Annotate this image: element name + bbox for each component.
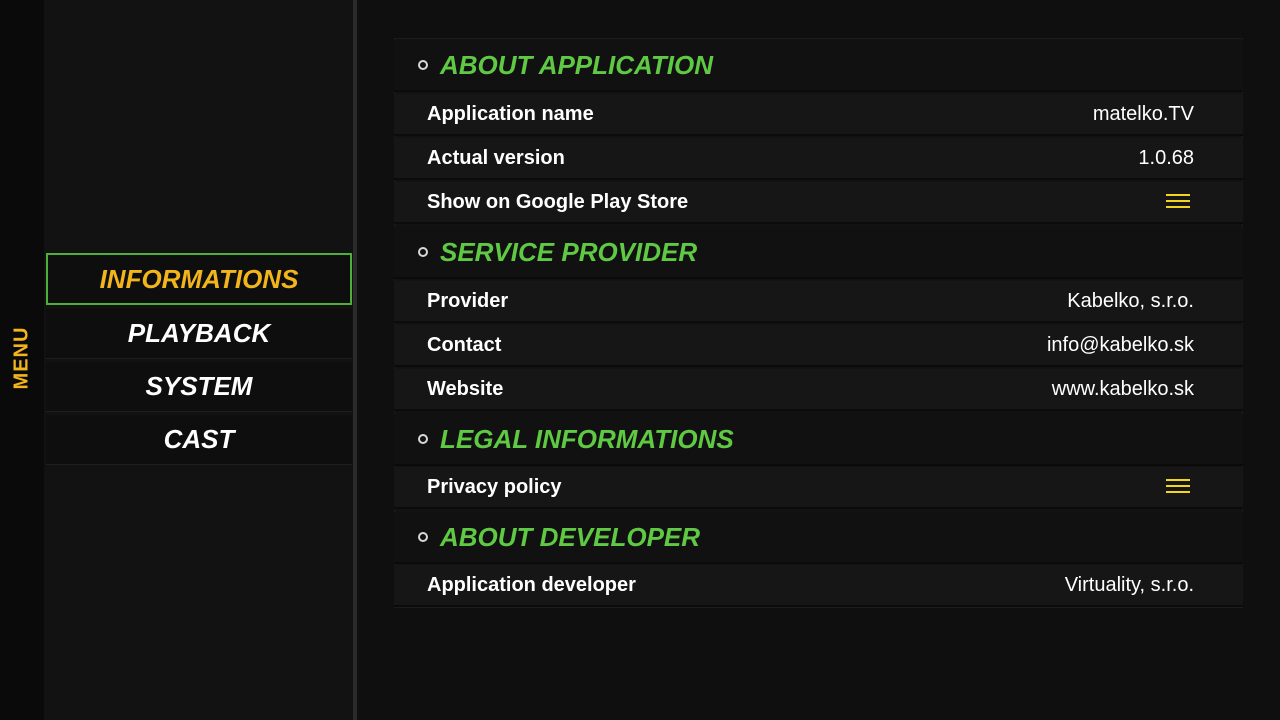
menu-lines-icon[interactable]	[1166, 194, 1190, 210]
menu-rail: MENU	[0, 0, 44, 720]
row-label: Actual version	[427, 146, 565, 169]
row-label: Application name	[427, 102, 594, 125]
row-website[interactable]: Website www.kabelko.sk	[394, 369, 1243, 411]
row-label: Website	[427, 377, 504, 400]
section-title: ABOUT APPLICATION	[440, 49, 713, 80]
settings-screen: MENU INFORMATIONS PLAYBACK SYSTEM CAST A…	[0, 0, 1280, 720]
row-provider[interactable]: Provider Kabelko, s.r.o.	[394, 281, 1243, 323]
section-about-developer: ABOUT DEVELOPER	[394, 512, 1243, 564]
row-application-name[interactable]: Application name matelko.TV	[394, 94, 1243, 136]
menu-panel	[44, 0, 354, 720]
row-actual-version[interactable]: Actual version 1.0.68	[394, 138, 1243, 180]
row-value: 1.0.68	[1138, 146, 1194, 169]
row-label: Application developer	[427, 573, 636, 596]
row-value: www.kabelko.sk	[1051, 377, 1194, 400]
row-privacy-policy[interactable]: Privacy policy	[394, 467, 1243, 509]
menu-lines-icon[interactable]	[1166, 479, 1190, 495]
row-label: Show on Google Play Store	[427, 190, 689, 213]
section-title: LEGAL INFORMATIONS	[440, 423, 734, 454]
section-service-provider: SERVICE PROVIDER	[394, 227, 1243, 279]
row-contact[interactable]: Contact info@kabelko.sk	[394, 325, 1243, 367]
section-legal-informations: LEGAL INFORMATIONS	[394, 414, 1243, 466]
menu-item-informations[interactable]: INFORMATIONS	[46, 253, 352, 305]
menu-item-playback[interactable]: PLAYBACK	[46, 309, 352, 359]
section-about-application: ABOUT APPLICATION	[394, 40, 1243, 92]
menu-item-system[interactable]: SYSTEM	[46, 362, 352, 412]
section-title: SERVICE PROVIDER	[440, 236, 698, 267]
row-label: Contact	[427, 333, 502, 356]
row-label: Privacy policy	[427, 475, 562, 498]
bullet-icon	[418, 247, 428, 257]
row-value: Kabelko, s.r.o.	[1067, 289, 1194, 312]
row-application-developer[interactable]: Application developer Virtuality, s.r.o.	[394, 565, 1243, 607]
menu-rail-label: MENU	[10, 326, 33, 390]
menu-item-cast[interactable]: CAST	[46, 415, 352, 465]
row-value: info@kabelko.sk	[1046, 333, 1194, 356]
bullet-icon	[418, 60, 428, 70]
row-value: matelko.TV	[1092, 102, 1194, 125]
bullet-icon	[418, 532, 428, 542]
row-google-play-store[interactable]: Show on Google Play Store	[394, 182, 1243, 224]
row-value: Virtuality, s.r.o.	[1064, 573, 1194, 596]
row-label: Provider	[427, 289, 509, 312]
bullet-icon	[418, 434, 428, 444]
section-title: ABOUT DEVELOPER	[440, 521, 701, 552]
